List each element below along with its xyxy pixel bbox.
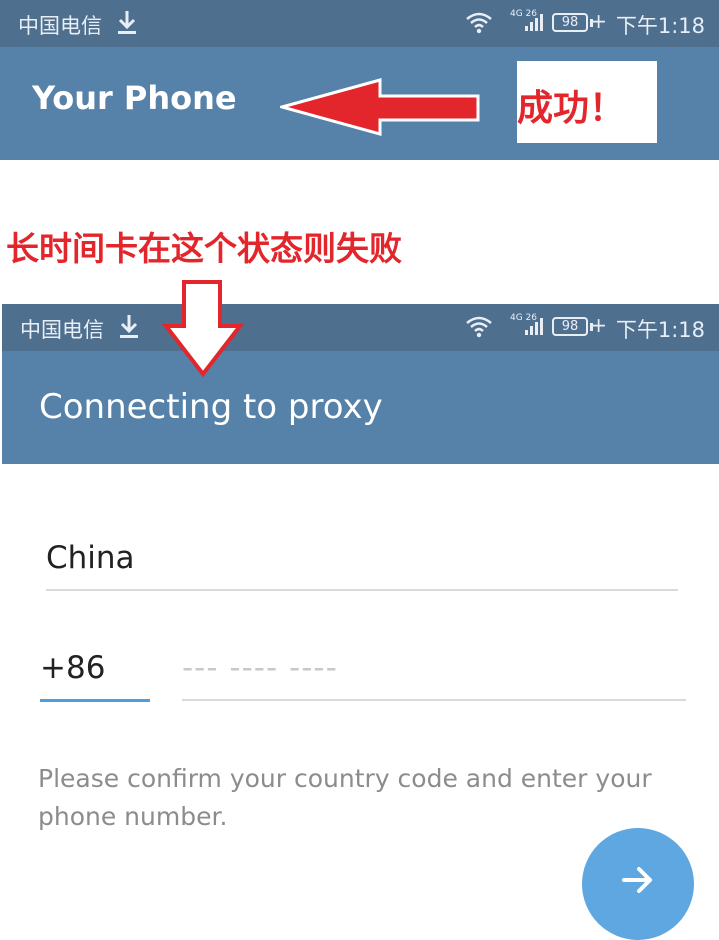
- carrier-label: 中国电信: [18, 14, 102, 38]
- clock: 下午1:18: [615, 318, 705, 342]
- red-arrow-left-icon: [280, 78, 480, 136]
- signal-icon: [525, 318, 543, 335]
- success-annotation-box: 成功！: [517, 61, 657, 143]
- page-title: Your Phone: [32, 79, 237, 117]
- signal-icon: [525, 14, 543, 31]
- clock: 下午1:18: [615, 14, 705, 38]
- country-code-underline: [40, 699, 150, 702]
- phone-number-input[interactable]: --- ---- ----: [182, 650, 338, 686]
- instruction-text: Please confirm your country code and ent…: [38, 764, 652, 831]
- country-underline: [46, 589, 678, 591]
- download-icon: [118, 11, 136, 34]
- country-selector[interactable]: China: [46, 540, 135, 576]
- wifi-icon: [466, 12, 492, 34]
- failure-annotation: 长时间卡在这个状态则失败: [6, 229, 402, 268]
- battery-level: 98: [552, 317, 588, 336]
- carrier-label: 中国电信: [20, 318, 104, 342]
- charging-icon: +: [590, 9, 607, 33]
- battery-level: 98: [552, 13, 588, 32]
- phone-number-underline: [182, 699, 686, 701]
- page-title: Connecting to proxy: [39, 387, 383, 427]
- next-button[interactable]: [582, 828, 694, 940]
- status-bar-bottom: 中国电信 4G 26 98 + 下午1:18: [2, 304, 719, 351]
- country-code-input[interactable]: +86: [40, 650, 105, 686]
- white-arrow-down-icon: [162, 280, 244, 378]
- download-icon: [120, 315, 138, 338]
- wifi-icon: [466, 316, 492, 338]
- app-bar-bottom: Connecting to proxy: [2, 351, 719, 464]
- success-annotation: 成功！: [517, 88, 626, 129]
- arrow-right-icon: [622, 867, 652, 893]
- status-bar-top: 中国电信 4G 26 98 + 下午1:18: [0, 0, 719, 47]
- charging-icon: +: [590, 313, 607, 337]
